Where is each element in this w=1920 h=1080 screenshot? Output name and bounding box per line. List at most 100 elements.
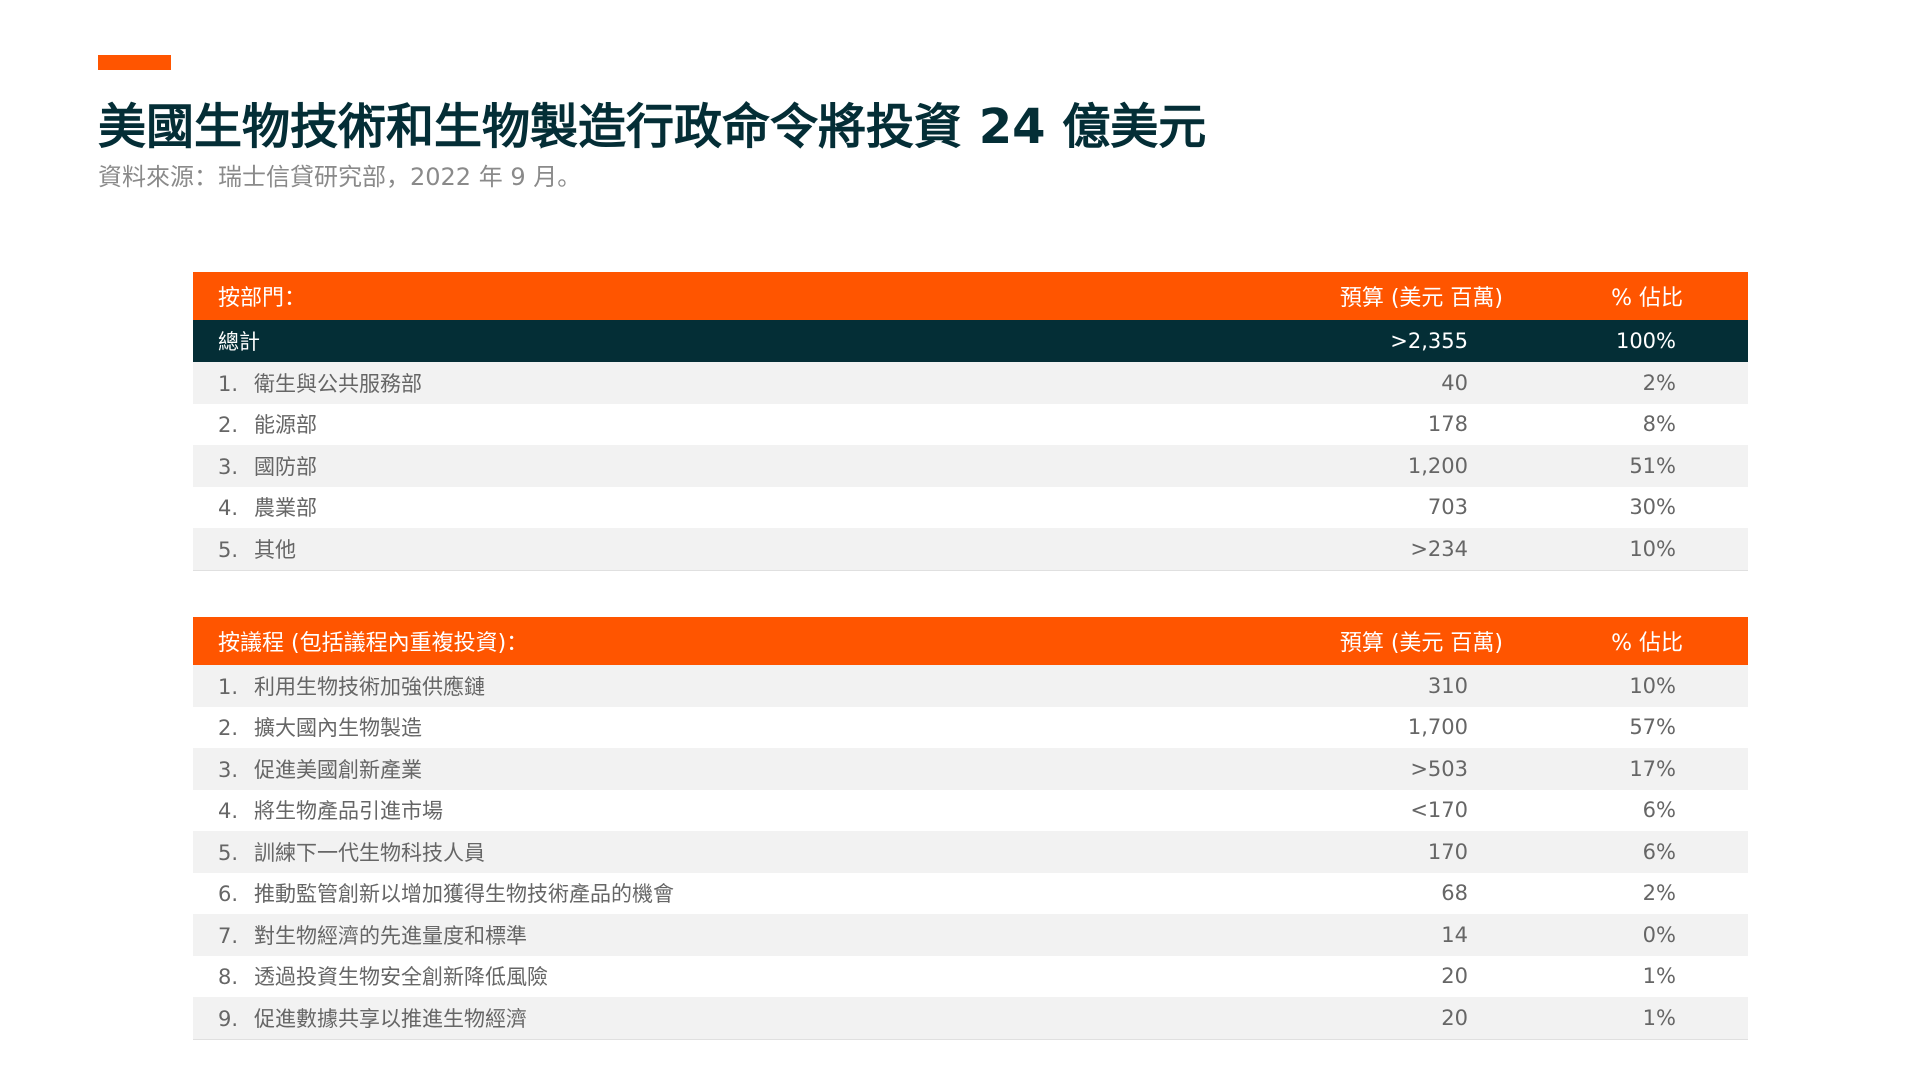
total-share: 100% (1513, 320, 1748, 362)
row-label: 能源部 (254, 413, 317, 438)
row-number: 1. (218, 371, 239, 396)
row-number: 9. (218, 1006, 239, 1031)
row-number: 8. (218, 965, 239, 990)
agenda-row-budget: 20 (1273, 955, 1513, 997)
department-row-share: 8% (1513, 403, 1748, 445)
table-row: 3. 促進美國創新產業 >503 17% (193, 748, 1748, 790)
department-header-budget: 預算 (美元 百萬) (1273, 272, 1513, 320)
department-table-header: 按部門： 預算 (美元 百萬) % 佔比 (193, 272, 1748, 320)
agenda-row-share: 1% (1513, 997, 1748, 1040)
table-row: 3. 國防部 1,200 51% (193, 445, 1748, 487)
row-number: 6. (218, 882, 239, 907)
table-row: 4. 將生物產品引進市場 <170 6% (193, 789, 1748, 831)
agenda-row-label: 1. 利用生物技術加強供應鏈 (193, 665, 1273, 707)
row-label: 擴大國內生物製造 (254, 716, 422, 741)
page-title: 美國生物技術和生物製造行政命令將投資 24 億美元 (98, 99, 1207, 155)
table-row: 5. 其他 >234 10% (193, 528, 1748, 571)
row-label: 利用生物技術加強供應鏈 (254, 674, 485, 699)
agenda-row-budget: 20 (1273, 997, 1513, 1040)
row-label: 透過投資生物安全創新降低風險 (254, 965, 548, 990)
row-label: 將生物產品引進市場 (254, 799, 443, 824)
agenda-row-label: 9. 促進數據共享以推進生物經濟 (193, 997, 1273, 1040)
table-row: 8. 透過投資生物安全創新降低風險 20 1% (193, 955, 1748, 997)
department-row-budget: 703 (1273, 486, 1513, 528)
row-number: 3. (218, 757, 239, 782)
agenda-row-share: 0% (1513, 914, 1748, 956)
agenda-row-label: 3. 促進美國創新產業 (193, 748, 1273, 790)
agenda-row-share: 10% (1513, 665, 1748, 707)
row-label: 國防部 (254, 454, 317, 479)
agenda-row-label: 2. 擴大國內生物製造 (193, 706, 1273, 748)
agenda-row-budget: 1,700 (1273, 706, 1513, 748)
department-row-label: 3. 國防部 (193, 445, 1273, 487)
table-row: 5. 訓練下一代生物科技人員 170 6% (193, 831, 1748, 873)
agenda-row-budget: 14 (1273, 914, 1513, 956)
department-table: 按部門： 預算 (美元 百萬) % 佔比 總計 >2,355 100% 1. 衛生… (193, 272, 1748, 571)
agenda-row-share: 17% (1513, 748, 1748, 790)
department-row-budget: 40 (1273, 362, 1513, 404)
table-row: 2. 擴大國內生物製造 1,700 57% (193, 706, 1748, 748)
row-number: 7. (218, 923, 239, 948)
row-label: 訓練下一代生物科技人員 (254, 840, 485, 865)
row-label: 促進美國創新產業 (254, 757, 422, 782)
agenda-row-budget: <170 (1273, 789, 1513, 831)
source-note: 資料來源：瑞士信貸研究部，2022 年 9 月。 (98, 163, 582, 191)
row-number: 5. (218, 840, 239, 865)
department-row-share: 10% (1513, 528, 1748, 571)
row-number: 2. (218, 716, 239, 741)
row-number: 4. (218, 799, 239, 824)
agenda-row-budget: >503 (1273, 748, 1513, 790)
row-label: 衛生與公共服務部 (254, 371, 422, 396)
department-header-label: 按部門： (193, 272, 1273, 320)
department-row-label: 4. 農業部 (193, 486, 1273, 528)
department-header-share: % 佔比 (1513, 272, 1748, 320)
accent-bar (98, 55, 171, 70)
agenda-header-share: % 佔比 (1513, 617, 1748, 665)
agenda-row-budget: 310 (1273, 665, 1513, 707)
department-row-share: 51% (1513, 445, 1748, 487)
department-row-share: 30% (1513, 486, 1748, 528)
row-label: 對生物經濟的先進量度和標準 (254, 923, 527, 948)
table-row: 1. 衛生與公共服務部 40 2% (193, 362, 1748, 404)
table-row: 2. 能源部 178 8% (193, 403, 1748, 445)
row-label: 促進數據共享以推進生物經濟 (254, 1006, 527, 1031)
table-row: 4. 農業部 703 30% (193, 486, 1748, 528)
agenda-row-share: 6% (1513, 789, 1748, 831)
department-row-label: 5. 其他 (193, 528, 1273, 571)
department-row-label: 1. 衛生與公共服務部 (193, 362, 1273, 404)
agenda-row-share: 57% (1513, 706, 1748, 748)
table-row: 7. 對生物經濟的先進量度和標準 14 0% (193, 914, 1748, 956)
department-row-budget: 1,200 (1273, 445, 1513, 487)
agenda-row-share: 6% (1513, 831, 1748, 873)
department-row-budget: 178 (1273, 403, 1513, 445)
row-label: 農業部 (254, 496, 317, 521)
row-number: 3. (218, 454, 239, 479)
row-number: 4. (218, 496, 239, 521)
table-row: 9. 促進數據共享以推進生物經濟 20 1% (193, 997, 1748, 1040)
department-row-share: 2% (1513, 362, 1748, 404)
agenda-row-label: 4. 將生物產品引進市場 (193, 789, 1273, 831)
agenda-header-label: 按議程 (包括議程內重複投資)： (193, 617, 1273, 665)
agenda-row-share: 1% (1513, 955, 1748, 997)
row-number: 5. (218, 537, 239, 562)
agenda-row-budget: 170 (1273, 831, 1513, 873)
row-number: 1. (218, 674, 239, 699)
row-label: 推動監管創新以增加獲得生物技術產品的機會 (254, 882, 674, 907)
row-number: 2. (218, 413, 239, 438)
agenda-row-label: 8. 透過投資生物安全創新降低風險 (193, 955, 1273, 997)
department-row-label: 2. 能源部 (193, 403, 1273, 445)
total-label: 總計 (193, 320, 1273, 362)
agenda-row-share: 2% (1513, 872, 1748, 914)
agenda-row-label: 6. 推動監管創新以增加獲得生物技術產品的機會 (193, 872, 1273, 914)
total-budget: >2,355 (1273, 320, 1513, 362)
department-row-budget: >234 (1273, 528, 1513, 571)
agenda-row-label: 5. 訓練下一代生物科技人員 (193, 831, 1273, 873)
total-row: 總計 >2,355 100% (193, 320, 1748, 362)
row-label: 其他 (254, 537, 296, 562)
agenda-table-header: 按議程 (包括議程內重複投資)： 預算 (美元 百萬) % 佔比 (193, 617, 1748, 665)
table-row: 6. 推動監管創新以增加獲得生物技術產品的機會 68 2% (193, 872, 1748, 914)
agenda-row-budget: 68 (1273, 872, 1513, 914)
agenda-header-budget: 預算 (美元 百萬) (1273, 617, 1513, 665)
agenda-row-label: 7. 對生物經濟的先進量度和標準 (193, 914, 1273, 956)
table-row: 1. 利用生物技術加強供應鏈 310 10% (193, 665, 1748, 707)
